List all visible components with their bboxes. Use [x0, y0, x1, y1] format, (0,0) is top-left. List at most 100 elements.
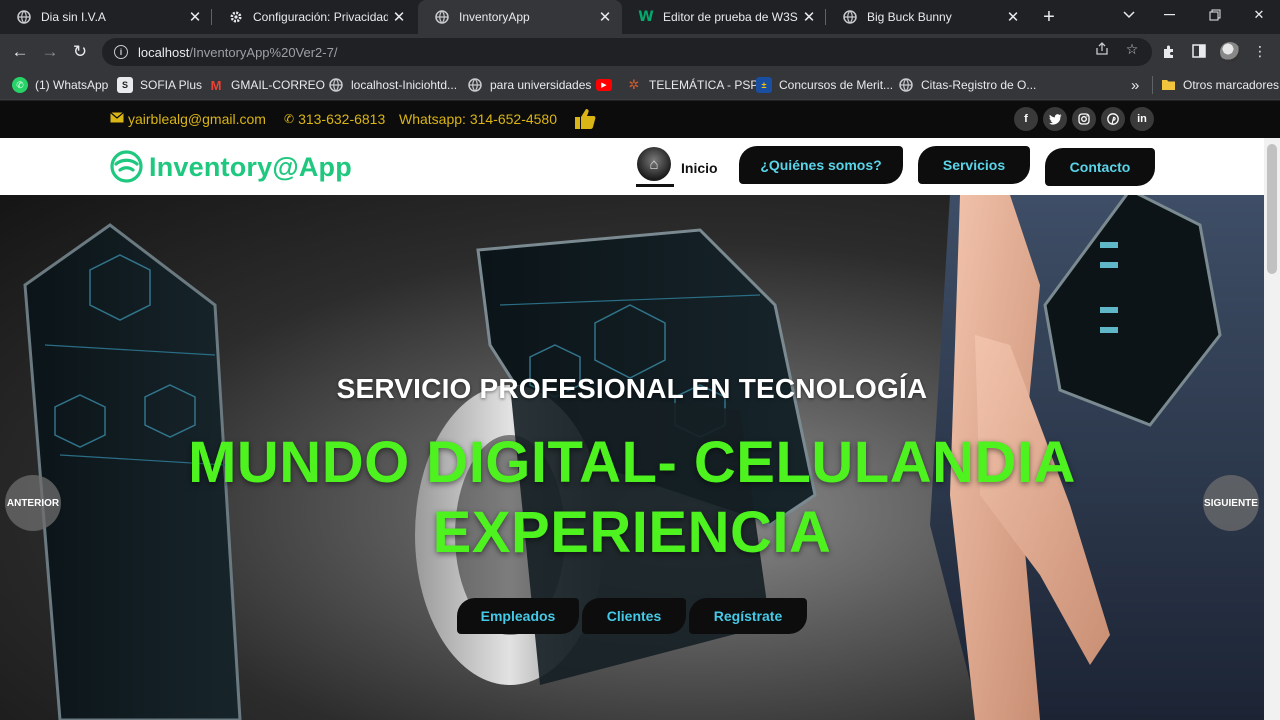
linkedin-icon[interactable]: in: [1130, 107, 1154, 131]
minimize-button[interactable]: [1146, 0, 1192, 30]
tab-strip: Dia sin I.V.A ✕ Configuración: Privacida…: [0, 0, 1280, 34]
tab-big-buck-bunny[interactable]: Big Buck Bunny ✕: [826, 0, 1030, 34]
facebook-icon[interactable]: f: [1014, 107, 1038, 131]
site-info-icon[interactable]: i: [114, 45, 128, 59]
envelope-icon: [110, 112, 124, 126]
close-tab-icon[interactable]: ✕: [798, 6, 820, 28]
pinterest-icon[interactable]: [1101, 107, 1125, 131]
globe-icon: [328, 77, 344, 93]
contact-topbar: yairblealg@gmail.com ✆ 313-632-6813 What…: [0, 101, 1280, 138]
w3schools-icon: W: [638, 9, 654, 25]
hero-title-line1: MUNDO DIGITAL- CELULANDIA: [188, 430, 1076, 495]
email-contact[interactable]: yairblealg@gmail.com: [110, 111, 266, 127]
bookmark-localhost[interactable]: localhost-Iniciohtd...: [328, 76, 457, 94]
profile-avatar[interactable]: [1220, 42, 1240, 62]
whatsapp-text: Whatsapp: 314-652-4580: [399, 111, 557, 127]
restore-button[interactable]: [1192, 0, 1238, 30]
thumbs-up-icon: [575, 109, 596, 129]
globe-icon: [16, 9, 32, 25]
bookmark-citas[interactable]: Citas-Registro de O...: [898, 76, 1036, 94]
reload-button[interactable]: ↻: [67, 39, 93, 65]
clientes-button[interactable]: Clientes: [582, 598, 686, 634]
nav-servicios[interactable]: Servicios: [918, 146, 1030, 184]
url-text: localhost/InventoryApp%20Ver2-7/: [138, 44, 338, 60]
bookmark-telematica[interactable]: ✲ TELEMÁTICA - PSP: [626, 76, 759, 94]
close-tab-icon[interactable]: ✕: [388, 6, 410, 28]
tab-inventoryapp[interactable]: InventoryApp ✕: [418, 0, 622, 34]
whatsapp-contact[interactable]: Whatsapp: 314-652-4580: [399, 111, 557, 127]
page-scrollbar[interactable]: [1264, 138, 1280, 720]
home-icon[interactable]: ⌂: [637, 147, 671, 181]
close-tab-icon[interactable]: ✕: [1002, 6, 1024, 28]
new-tab-button[interactable]: +: [1036, 4, 1062, 30]
globe-icon: [898, 77, 914, 93]
whatsapp-icon: ✆: [12, 77, 28, 93]
bookmark-label: Concursos de Merit...: [779, 78, 894, 92]
back-button[interactable]: ←: [7, 39, 33, 65]
site-header: Inventory@App ⌂ Inicio ¿Quiénes somos? S…: [0, 138, 1264, 195]
tab-configuracion[interactable]: Configuración: Privacidad y s ✕: [212, 0, 416, 34]
bookmark-whatsapp[interactable]: ✆ (1) WhatsApp: [12, 76, 108, 94]
close-tab-icon[interactable]: ✕: [184, 6, 206, 28]
address-bar[interactable]: i localhost/InventoryApp%20Ver2-7/: [102, 38, 1152, 66]
forward-button[interactable]: →: [37, 39, 63, 65]
bookmarks-divider: [1152, 76, 1153, 94]
hero-title-line2: EXPERIENCIA: [432, 500, 832, 565]
globe-icon: [434, 9, 450, 25]
sofia-icon: S: [117, 77, 133, 93]
bookmark-universidades[interactable]: para universidades: [467, 76, 591, 94]
folder-icon: [1160, 77, 1176, 93]
side-panel-icon[interactable]: [1189, 41, 1209, 61]
empleados-button[interactable]: Empleados: [457, 598, 579, 634]
bookmarks-overflow-button[interactable]: »: [1131, 76, 1139, 94]
other-bookmarks-folder[interactable]: Otros marcadores: [1160, 76, 1279, 94]
hero-subtitle: SERVICIO PROFESIONAL EN TECNOLOGÍA: [336, 373, 928, 404]
globe-icon: [467, 77, 483, 93]
close-window-button[interactable]: ✕: [1236, 0, 1280, 30]
nav-quienes-somos[interactable]: ¿Quiénes somos?: [739, 146, 903, 184]
tab-title: Editor de prueba de W3Schoo: [663, 10, 798, 24]
youtube-icon: ▶: [596, 79, 612, 91]
tab-title: Dia sin I.V.A: [41, 10, 106, 24]
close-tab-icon[interactable]: ✕: [594, 6, 616, 28]
browser-toolbar: ← → ↻ i localhost/InventoryApp%20Ver2-7/…: [0, 34, 1280, 70]
tab-title: InventoryApp: [459, 10, 530, 24]
registrate-button[interactable]: Regístrate: [689, 598, 807, 634]
bookmark-concursos[interactable]: ± Concursos de Merit...: [756, 76, 893, 94]
site-logo-text[interactable]: Inventory@App: [149, 152, 352, 183]
phone-text: 313-632-6813: [298, 111, 386, 127]
tab-dia-sin-iva[interactable]: Dia sin I.V.A ✕: [0, 0, 212, 34]
bookmark-gmail[interactable]: M GMAIL-CORREO: [208, 76, 325, 94]
bookmark-label: SOFIA Plus: [140, 78, 203, 92]
slider-next-button[interactable]: SIGUIENTE: [1203, 475, 1259, 531]
menu-kebab-icon[interactable]: ⋮: [1250, 41, 1270, 61]
gear-icon: [228, 9, 244, 25]
email-text: yairblealg@gmail.com: [128, 111, 266, 127]
cnsc-icon: ±: [756, 77, 772, 93]
bookmark-sofia-plus[interactable]: S SOFIA Plus: [117, 76, 202, 94]
hero-slider: SERVICIO PROFESIONAL EN TECNOLOGÍA MUNDO…: [0, 195, 1264, 720]
globe-icon: [842, 9, 858, 25]
twitter-icon[interactable]: [1043, 107, 1067, 131]
slider-prev-button[interactable]: ANTERIOR: [5, 475, 61, 531]
bookmark-label: Citas-Registro de O...: [921, 78, 1037, 92]
other-bookmarks-label: Otros marcadores: [1183, 78, 1280, 92]
nav-inicio[interactable]: Inicio: [681, 160, 718, 176]
scrollbar-thumb[interactable]: [1267, 144, 1277, 274]
nav-contacto[interactable]: Contacto: [1045, 148, 1155, 186]
bookmark-label: localhost-Iniciohtd...: [351, 78, 458, 92]
bookmark-youtube[interactable]: ▶: [596, 76, 619, 94]
share-icon[interactable]: [1093, 40, 1111, 58]
bookmark-label: (1) WhatsApp: [35, 78, 109, 92]
home-active-underline: [636, 184, 674, 187]
extensions-icon[interactable]: [1159, 41, 1179, 61]
bookmark-star-icon[interactable]: ☆: [1123, 40, 1141, 58]
gmail-icon: M: [210, 77, 222, 93]
wifi-logo-icon: [110, 150, 143, 183]
bookmark-label: para universidades: [490, 78, 592, 92]
tab-w3schools[interactable]: W Editor de prueba de W3Schoo ✕: [622, 0, 826, 34]
tab-title: Big Buck Bunny: [867, 10, 952, 24]
phone-contact[interactable]: ✆ 313-632-6813: [284, 111, 385, 127]
tab-title: Configuración: Privacidad y s: [253, 10, 388, 24]
instagram-icon[interactable]: [1072, 107, 1096, 131]
